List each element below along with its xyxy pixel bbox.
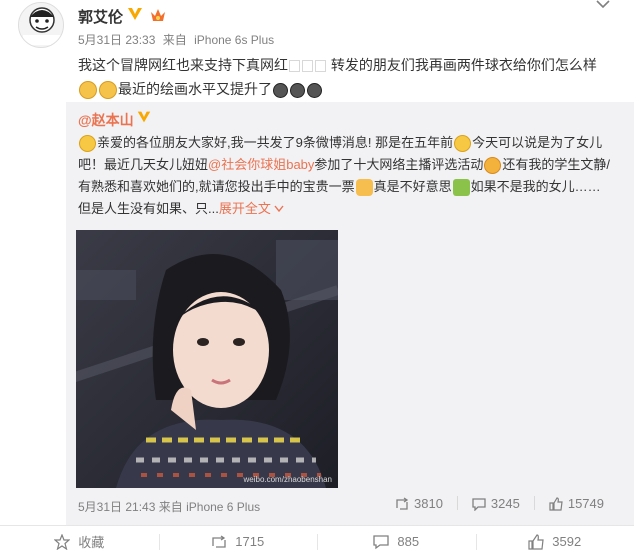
repost-text-segment: 参加了十大网络主播评选活动	[314, 157, 484, 172]
skull-emoji-icon	[307, 82, 322, 98]
mention-link[interactable]: @社会你球姐baby	[208, 157, 314, 172]
missing-glyph	[302, 60, 313, 73]
favorite-icon	[54, 533, 71, 550]
repost-stats: 3810 3245 15749	[395, 496, 604, 511]
cat-emoji-icon	[99, 81, 117, 100]
post-text: 我这个冒牌网红也来支持下真网红 转发的朋友们我再画两件球衣给你们怎么样最近的绘画…	[78, 53, 608, 101]
missing-glyph	[315, 60, 326, 73]
smile-emoji-icon	[79, 135, 96, 153]
sprout-emoji-icon	[452, 179, 470, 197]
expand-label: 展开全文	[218, 201, 271, 216]
divider	[533, 496, 535, 510]
like-action-count: 3592	[552, 534, 582, 549]
member-badge-icon[interactable]	[149, 7, 167, 23]
comment-action-count: 885	[397, 534, 420, 549]
portrait-photo-image	[76, 230, 338, 488]
repost-icon	[396, 496, 409, 510]
expand-full-text-link[interactable]: 展开全文	[219, 201, 285, 216]
repost-count: 3810	[414, 496, 443, 511]
verified-icon	[128, 8, 142, 20]
like-count: 15749	[567, 496, 604, 511]
post-text-segment: 样	[582, 57, 597, 73]
cat-emoji-icon	[79, 81, 97, 100]
avatar-icon	[19, 3, 63, 47]
comment-count-button[interactable]: 3245	[472, 496, 520, 511]
repost-photo[interactable]: weibo.com/zhaobenshan	[76, 230, 338, 488]
source-prefix: 来自	[162, 33, 187, 47]
author-name[interactable]: 郭艾伦	[78, 6, 123, 27]
weibo-post-card: 郭艾伦 5月31日 23:33 来自 iPhone 6s Plus 我这个冒牌网…	[0, 0, 634, 557]
post-meta: 5月31日 23:33 来自 iPhone 6s Plus	[78, 31, 278, 48]
divider	[456, 496, 458, 510]
action-bar: 收藏 1715 885 3592	[0, 525, 634, 557]
repost-text-segment: 有熟悉和喜欢她们的,就请您投出手中的宝贵一票	[78, 179, 355, 194]
chevron-down-icon	[274, 205, 285, 213]
reposted-weibo: @赵本山 亲爱的各位朋友大家好,我一共发了9条微博消息! 那是在五年前 今天可以说…	[66, 102, 634, 525]
photo-watermark: weibo.com/zhaobenshan	[243, 475, 332, 484]
repost-timestamp[interactable]: 5月31日 21:43	[78, 500, 155, 514]
missing-glyph	[289, 60, 300, 73]
skull-emoji-icon	[290, 82, 305, 98]
repost-text-segment: 今天可以说是为了女儿	[472, 135, 603, 150]
post-text-segment: 我这个冒牌网红也来支持下真网红	[78, 57, 288, 73]
skull-emoji-icon	[273, 82, 288, 98]
like-count-button[interactable]: 15749	[549, 496, 604, 511]
post-text-segment: 转发的朋友们我再画两件球衣给你们怎么	[330, 57, 583, 73]
repost-text-segment: 吧！最近几天女儿妞妞	[78, 157, 209, 172]
repost-action-count: 1715	[235, 534, 265, 549]
chevron-down-icon[interactable]	[596, 0, 610, 10]
favorite-label: 收藏	[78, 535, 105, 550]
author-avatar[interactable]	[18, 2, 64, 48]
post-timestamp[interactable]: 5月31日 23:33	[78, 33, 155, 47]
comment-button[interactable]: 885	[317, 526, 476, 557]
repost-author[interactable]: @赵本山	[78, 110, 134, 130]
repost-text-segment: 真是不好意思	[373, 179, 452, 194]
repost-text-segment: 亲爱的各位朋友大家好,我一共发了9条微博消息! 那是在五年前	[97, 135, 454, 150]
repost-device[interactable]: iPhone 6 Plus	[186, 500, 260, 514]
comment-count: 3245	[490, 496, 520, 511]
post-device[interactable]: iPhone 6s Plus	[194, 33, 274, 47]
verified-icon	[137, 111, 151, 123]
like-button[interactable]: 3592	[475, 526, 634, 557]
repost-text-segment: 但是人生没有如果、只...	[78, 201, 219, 216]
repost-text: 亲爱的各位朋友大家好,我一共发了9条微博消息! 那是在五年前 今天可以说是为了女儿…	[78, 132, 626, 220]
shocked-emoji-icon	[484, 157, 502, 175]
like-icon	[549, 496, 563, 511]
repost-button[interactable]: 1715	[158, 526, 318, 557]
repost-icon	[212, 534, 226, 548]
comment-icon	[472, 497, 486, 511]
comment-icon	[373, 534, 390, 549]
thumbs-up-emoji-icon	[355, 179, 373, 197]
like-icon	[528, 533, 544, 550]
repost-text-segment: 如果不是我的女儿……	[470, 179, 601, 194]
source-prefix: 来自	[158, 500, 183, 514]
repost-text-segment: 还有我的学生文静/	[502, 157, 611, 172]
favorite-button[interactable]: 收藏	[0, 526, 159, 557]
repost-meta: 5月31日 21:43 来自 iPhone 6 Plus	[78, 498, 260, 515]
repost-count-button[interactable]: 3810	[395, 496, 443, 511]
post-text-segment: 最近的绘画水平又提升了	[118, 81, 272, 97]
sunglasses-emoji-icon	[454, 135, 472, 153]
